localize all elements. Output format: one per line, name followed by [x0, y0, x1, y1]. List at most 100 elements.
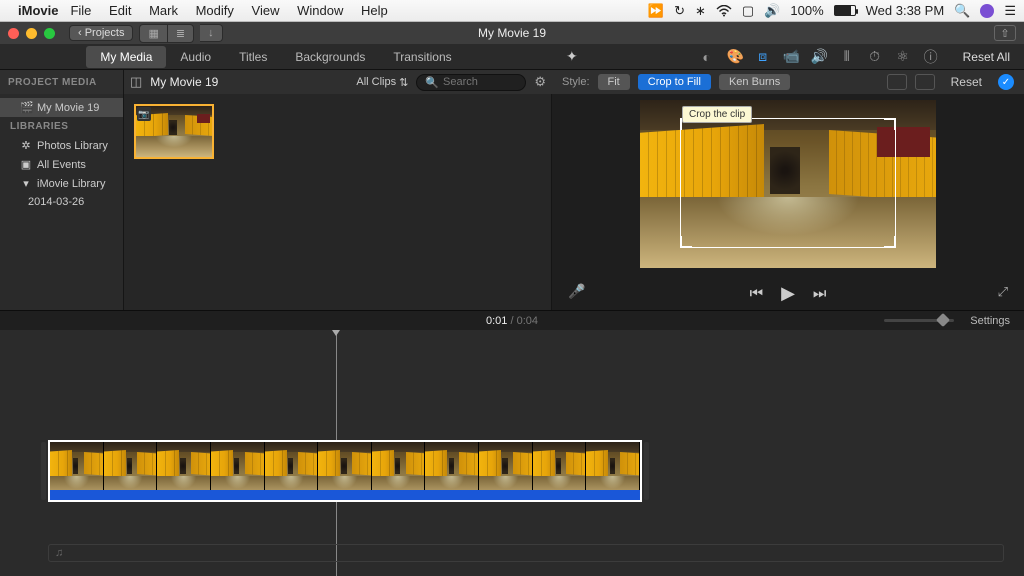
- style-crop-button[interactable]: Crop to Fill: [638, 74, 711, 90]
- tab-my-media[interactable]: My Media: [86, 46, 166, 68]
- minimize-button[interactable]: [26, 28, 37, 39]
- menu-edit[interactable]: Edit: [109, 3, 131, 18]
- menu-help[interactable]: Help: [361, 3, 388, 18]
- music-icon: ♫: [55, 547, 63, 559]
- gear-icon[interactable]: ⚙: [534, 74, 546, 90]
- background-music-track[interactable]: ♫: [48, 544, 1004, 562]
- speed-icon[interactable]: ⏱: [867, 48, 883, 65]
- star-icon: ▣: [20, 158, 32, 171]
- fullscreen-icon[interactable]: ⤢: [998, 284, 1008, 300]
- list-view-button[interactable]: ≣: [168, 24, 194, 43]
- chevron-updown-icon: ⇅: [399, 76, 408, 89]
- share-button[interactable]: ⇧: [994, 25, 1016, 41]
- menu-modify[interactable]: Modify: [196, 3, 234, 18]
- menu-mark[interactable]: Mark: [149, 3, 178, 18]
- spotlight-icon[interactable]: 🔍: [954, 3, 970, 19]
- menu-window[interactable]: Window: [297, 3, 343, 18]
- tabs-row: My Media Audio Titles Backgrounds Transi…: [0, 44, 1024, 70]
- timeline-header: 0:01 / 0:04 Settings: [0, 310, 1024, 330]
- fast-user-icon[interactable]: ⏩: [648, 3, 664, 19]
- clip-trim-start[interactable]: [41, 442, 46, 500]
- crop-icon[interactable]: ⧈: [755, 48, 771, 65]
- playback-controls: ⏮ ▶ ⏭: [750, 283, 827, 304]
- play-button[interactable]: ▶: [781, 283, 795, 304]
- noise-eq-icon[interactable]: ⫴: [839, 48, 855, 65]
- crop-rectangle[interactable]: [680, 118, 896, 248]
- chevron-down-icon: ▾: [20, 177, 32, 190]
- rotate-cw-button[interactable]: [915, 74, 935, 90]
- library-sidebar: 🎬My Movie 19 LIBRARIES ✲Photos Library ▣…: [0, 94, 124, 310]
- wifi-icon[interactable]: [716, 5, 732, 17]
- sidebar-item-event-date[interactable]: 2014-03-26: [0, 193, 123, 211]
- import-button[interactable]: ↓: [200, 24, 223, 42]
- timeline[interactable]: ♫: [0, 330, 1024, 576]
- preview-video[interactable]: Crop the clip: [640, 100, 936, 268]
- sidebar-item-movie[interactable]: 🎬My Movie 19: [0, 98, 123, 117]
- tab-audio[interactable]: Audio: [166, 46, 225, 68]
- app-menus: File Edit Mark Modify View Window Help: [70, 3, 401, 18]
- close-button[interactable]: [8, 28, 19, 39]
- enhance-icon[interactable]: ✦: [566, 48, 578, 65]
- crop-handle-tr[interactable]: [884, 118, 896, 130]
- sidebar-item-photos[interactable]: ✲Photos Library: [0, 136, 123, 155]
- style-fit-button[interactable]: Fit: [598, 74, 630, 90]
- window-title: My Movie 19: [478, 26, 546, 40]
- timeline-clip[interactable]: [48, 440, 642, 502]
- timeline-settings-button[interactable]: Settings: [970, 315, 1010, 327]
- style-kenburns-button[interactable]: Ken Burns: [719, 74, 790, 90]
- airplay-icon[interactable]: ▢: [742, 3, 754, 19]
- voiceover-icon[interactable]: 🎤: [568, 283, 585, 300]
- timemachine-icon[interactable]: ↻: [674, 3, 685, 19]
- viewer-panel: Crop the clip 🎤 ⏮ ▶ ⏭ ⤢: [552, 94, 1024, 310]
- main-split: 🎬My Movie 19 LIBRARIES ✲Photos Library ▣…: [0, 94, 1024, 310]
- stabilization-icon[interactable]: 📹: [783, 48, 799, 65]
- app-name[interactable]: iMovie: [18, 3, 58, 18]
- tab-titles[interactable]: Titles: [225, 46, 281, 68]
- info-icon[interactable]: ⓘ: [923, 47, 939, 67]
- tab-backgrounds[interactable]: Backgrounds: [281, 46, 379, 68]
- crop-tooltip: Crop the clip: [682, 106, 752, 123]
- volume-icon[interactable]: 🔊: [764, 3, 780, 19]
- next-button[interactable]: ⏭: [813, 285, 827, 302]
- color-correction-icon[interactable]: 🎨: [727, 48, 743, 65]
- volume-adjust-icon[interactable]: 🔊: [811, 48, 827, 65]
- clip-trim-end[interactable]: [644, 442, 649, 500]
- crop-handle-bl[interactable]: [680, 236, 692, 248]
- search-input[interactable]: [443, 76, 513, 88]
- clip-thumbnail[interactable]: 📷: [134, 104, 214, 159]
- crop-reset-button[interactable]: Reset: [943, 73, 990, 91]
- color-balance-icon[interactable]: ◐: [699, 49, 715, 65]
- clip-filter-icon[interactable]: ⚛: [895, 48, 911, 65]
- tab-transitions[interactable]: Transitions: [379, 46, 465, 68]
- clip-browser[interactable]: 📷: [124, 94, 552, 310]
- libraries-heading: LIBRARIES: [0, 117, 123, 136]
- clips-filter-dropdown[interactable]: All Clips ⇅: [356, 76, 408, 89]
- menu-file[interactable]: File: [70, 3, 91, 18]
- bluetooth-icon[interactable]: ∗: [695, 3, 706, 19]
- grid-view-button[interactable]: ▦: [139, 24, 167, 43]
- sidebar-item-all-events[interactable]: ▣All Events: [0, 155, 123, 174]
- reset-all-button[interactable]: Reset All: [963, 50, 1010, 64]
- search-field[interactable]: 🔍: [416, 74, 526, 91]
- window-titlebar: ‹ Projects ▦ ≣ ↓ My Movie 19 ⇧: [0, 22, 1024, 44]
- mac-menubar: iMovie File Edit Mark Modify View Window…: [0, 0, 1024, 22]
- zoom-slider[interactable]: [884, 319, 954, 322]
- clock[interactable]: Wed 3:38 PM: [866, 3, 945, 18]
- project-media-label: PROJECT MEDIA: [0, 70, 124, 94]
- clip-audio-track[interactable]: [50, 490, 640, 500]
- user-icon[interactable]: [980, 4, 994, 18]
- rotate-ccw-button[interactable]: [887, 74, 907, 90]
- browser-header: PROJECT MEDIA ◫ My Movie 19 All Clips ⇅ …: [0, 70, 1024, 94]
- prev-button[interactable]: ⏮: [750, 285, 764, 302]
- projects-back-button[interactable]: ‹ Projects: [69, 25, 133, 41]
- sidebar-toggle-icon[interactable]: ◫: [130, 74, 142, 90]
- sidebar-item-imovie-library[interactable]: ▾iMovie Library: [0, 174, 123, 193]
- crop-handle-br[interactable]: [884, 236, 896, 248]
- zoom-button[interactable]: [44, 28, 55, 39]
- search-icon: 🔍: [425, 76, 439, 89]
- battery-icon[interactable]: [834, 5, 856, 16]
- apply-crop-button[interactable]: ✓: [998, 74, 1014, 90]
- flower-icon: ✲: [20, 139, 32, 152]
- menu-view[interactable]: View: [252, 3, 280, 18]
- notification-icon[interactable]: ☰: [1004, 3, 1016, 19]
